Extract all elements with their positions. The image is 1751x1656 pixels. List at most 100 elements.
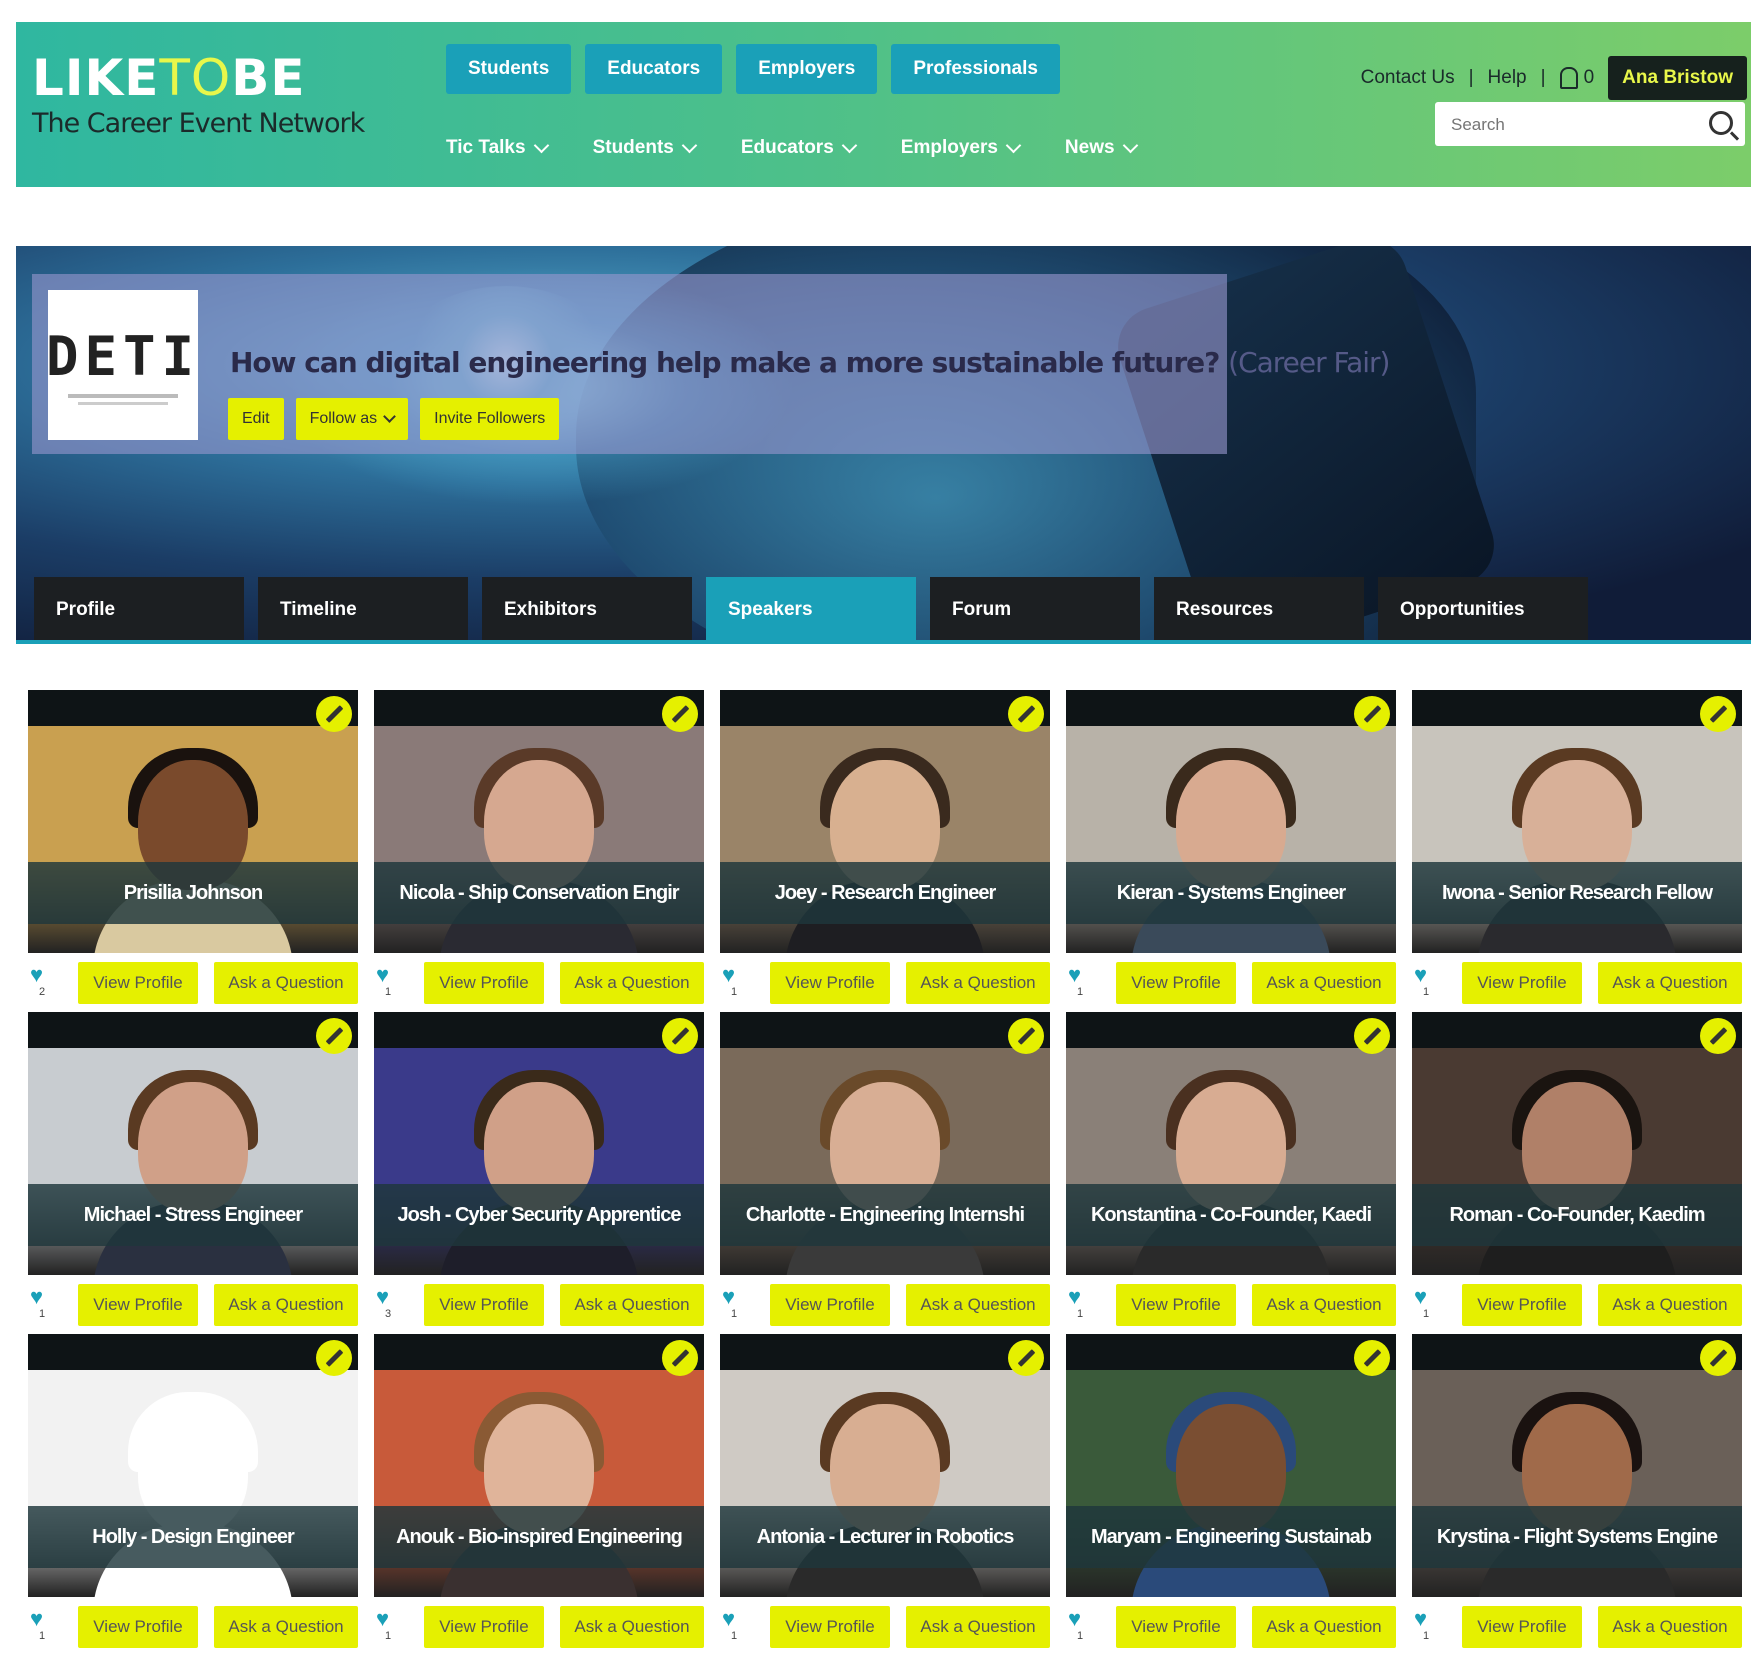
audience-employers-button[interactable]: Employers: [736, 44, 878, 94]
like-button[interactable]: ♥ 1: [1068, 1286, 1092, 1324]
view-profile-button[interactable]: View Profile: [424, 1606, 544, 1648]
like-button[interactable]: ♥ 1: [30, 1608, 54, 1646]
view-profile-button[interactable]: View Profile: [770, 962, 890, 1004]
notifications-button[interactable]: 0: [1559, 67, 1594, 89]
like-button[interactable]: ♥ 2: [30, 964, 54, 1002]
like-button[interactable]: ♥ 1: [1068, 1608, 1092, 1646]
speaker-video-thumbnail[interactable]: Kieran - Systems Engineer: [1066, 690, 1396, 953]
edit-event-button[interactable]: Edit: [228, 398, 284, 440]
ask-question-button[interactable]: Ask a Question: [214, 962, 358, 1004]
search-icon[interactable]: [1709, 111, 1733, 135]
view-profile-button[interactable]: View Profile: [424, 962, 544, 1004]
speaker-video-thumbnail[interactable]: Josh - Cyber Security Apprentice: [374, 1012, 704, 1275]
tab-opportunities[interactable]: Opportunities: [1378, 577, 1588, 640]
view-profile-button[interactable]: View Profile: [1462, 962, 1582, 1004]
nav-news[interactable]: News: [1065, 137, 1138, 159]
like-button[interactable]: ♥ 1: [1414, 1608, 1438, 1646]
pencil-icon[interactable]: [316, 1340, 352, 1376]
tab-resources[interactable]: Resources: [1154, 577, 1364, 640]
view-profile-button[interactable]: View Profile: [78, 962, 198, 1004]
pencil-icon[interactable]: [1008, 1018, 1044, 1054]
like-button[interactable]: ♥ 1: [1414, 964, 1438, 1002]
pencil-icon[interactable]: [1354, 1340, 1390, 1376]
view-profile-button[interactable]: View Profile: [770, 1284, 890, 1326]
speaker-video-thumbnail[interactable]: Konstantina - Co-Founder, Kaedi: [1066, 1012, 1396, 1275]
tab-exhibitors[interactable]: Exhibitors: [482, 577, 692, 640]
user-menu-button[interactable]: Ana Bristow: [1608, 56, 1747, 100]
pencil-icon[interactable]: [1700, 696, 1736, 732]
like-button[interactable]: ♥ 1: [376, 1608, 400, 1646]
like-button[interactable]: ♥ 1: [722, 1608, 746, 1646]
like-button[interactable]: ♥ 1: [722, 964, 746, 1002]
ask-question-button[interactable]: Ask a Question: [1598, 1606, 1742, 1648]
pencil-icon[interactable]: [1700, 1018, 1736, 1054]
speaker-video-thumbnail[interactable]: Prisilia Johnson: [28, 690, 358, 953]
view-profile-button[interactable]: View Profile: [78, 1284, 198, 1326]
speaker-video-thumbnail[interactable]: Roman - Co-Founder, Kaedim: [1412, 1012, 1742, 1275]
pencil-icon[interactable]: [1008, 696, 1044, 732]
like-button[interactable]: ♥ 1: [722, 1286, 746, 1324]
like-button[interactable]: ♥ 1: [1414, 1286, 1438, 1324]
ask-question-button[interactable]: Ask a Question: [906, 1284, 1050, 1326]
pencil-icon[interactable]: [316, 696, 352, 732]
tab-speakers[interactable]: Speakers: [706, 577, 916, 640]
view-profile-button[interactable]: View Profile: [78, 1606, 198, 1648]
ask-question-button[interactable]: Ask a Question: [1598, 962, 1742, 1004]
speaker-video-thumbnail[interactable]: Holly - Design Engineer: [28, 1334, 358, 1597]
invite-followers-button[interactable]: Invite Followers: [420, 398, 560, 440]
site-logo[interactable]: LIKETOBE The Career Event Network: [32, 50, 365, 139]
view-profile-button[interactable]: View Profile: [1462, 1284, 1582, 1326]
audience-students-button[interactable]: Students: [446, 44, 572, 94]
ask-question-button[interactable]: Ask a Question: [214, 1606, 358, 1648]
nav-employers[interactable]: Employers: [901, 137, 1022, 159]
pencil-icon[interactable]: [316, 1018, 352, 1054]
ask-question-button[interactable]: Ask a Question: [560, 1284, 704, 1326]
tab-profile[interactable]: Profile: [34, 577, 244, 640]
like-button[interactable]: ♥ 3: [376, 1286, 400, 1324]
ask-question-button[interactable]: Ask a Question: [1252, 962, 1396, 1004]
speaker-video-thumbnail[interactable]: Nicola - Ship Conservation Engir: [374, 690, 704, 953]
speaker-video-thumbnail[interactable]: Charlotte - Engineering Internshi: [720, 1012, 1050, 1275]
contact-us-link[interactable]: Contact Us: [1361, 67, 1455, 89]
speaker-video-thumbnail[interactable]: Krystina - Flight Systems Engine: [1412, 1334, 1742, 1597]
speaker-video-thumbnail[interactable]: Anouk - Bio-inspired Engineering: [374, 1334, 704, 1597]
ask-question-button[interactable]: Ask a Question: [1252, 1284, 1396, 1326]
view-profile-button[interactable]: View Profile: [1462, 1606, 1582, 1648]
like-button[interactable]: ♥ 1: [376, 964, 400, 1002]
view-profile-button[interactable]: View Profile: [1116, 962, 1236, 1004]
pencil-icon[interactable]: [1700, 1340, 1736, 1376]
help-link[interactable]: Help: [1488, 67, 1527, 89]
pencil-icon[interactable]: [662, 1340, 698, 1376]
audience-educators-button[interactable]: Educators: [585, 44, 723, 94]
speaker-video-thumbnail[interactable]: Joey - Research Engineer: [720, 690, 1050, 953]
speaker-video-thumbnail[interactable]: Antonia - Lecturer in Robotics: [720, 1334, 1050, 1597]
pencil-icon[interactable]: [1354, 696, 1390, 732]
ask-question-button[interactable]: Ask a Question: [1598, 1284, 1742, 1326]
nav-students[interactable]: Students: [593, 137, 698, 159]
speaker-video-thumbnail[interactable]: Maryam - Engineering Sustainab: [1066, 1334, 1396, 1597]
view-profile-button[interactable]: View Profile: [424, 1284, 544, 1326]
nav-educators[interactable]: Educators: [741, 137, 858, 159]
audience-professionals-button[interactable]: Professionals: [891, 44, 1060, 94]
ask-question-button[interactable]: Ask a Question: [214, 1284, 358, 1326]
speaker-video-thumbnail[interactable]: Iwona - Senior Research Fellow: [1412, 690, 1742, 953]
search-input[interactable]: [1435, 102, 1693, 148]
view-profile-button[interactable]: View Profile: [1116, 1284, 1236, 1326]
ask-question-button[interactable]: Ask a Question: [906, 1606, 1050, 1648]
ask-question-button[interactable]: Ask a Question: [1252, 1606, 1396, 1648]
pencil-icon[interactable]: [662, 696, 698, 732]
pencil-icon[interactable]: [1354, 1018, 1390, 1054]
ask-question-button[interactable]: Ask a Question: [560, 962, 704, 1004]
view-profile-button[interactable]: View Profile: [1116, 1606, 1236, 1648]
tab-timeline[interactable]: Timeline: [258, 577, 468, 640]
nav-tic-talks[interactable]: Tic Talks: [446, 137, 549, 159]
follow-as-button[interactable]: Follow as: [295, 398, 409, 440]
pencil-icon[interactable]: [662, 1018, 698, 1054]
ask-question-button[interactable]: Ask a Question: [560, 1606, 704, 1648]
speaker-video-thumbnail[interactable]: Michael - Stress Engineer: [28, 1012, 358, 1275]
ask-question-button[interactable]: Ask a Question: [906, 962, 1050, 1004]
like-button[interactable]: ♥ 1: [1068, 964, 1092, 1002]
pencil-icon[interactable]: [1008, 1340, 1044, 1376]
tab-forum[interactable]: Forum: [930, 577, 1140, 640]
view-profile-button[interactable]: View Profile: [770, 1606, 890, 1648]
